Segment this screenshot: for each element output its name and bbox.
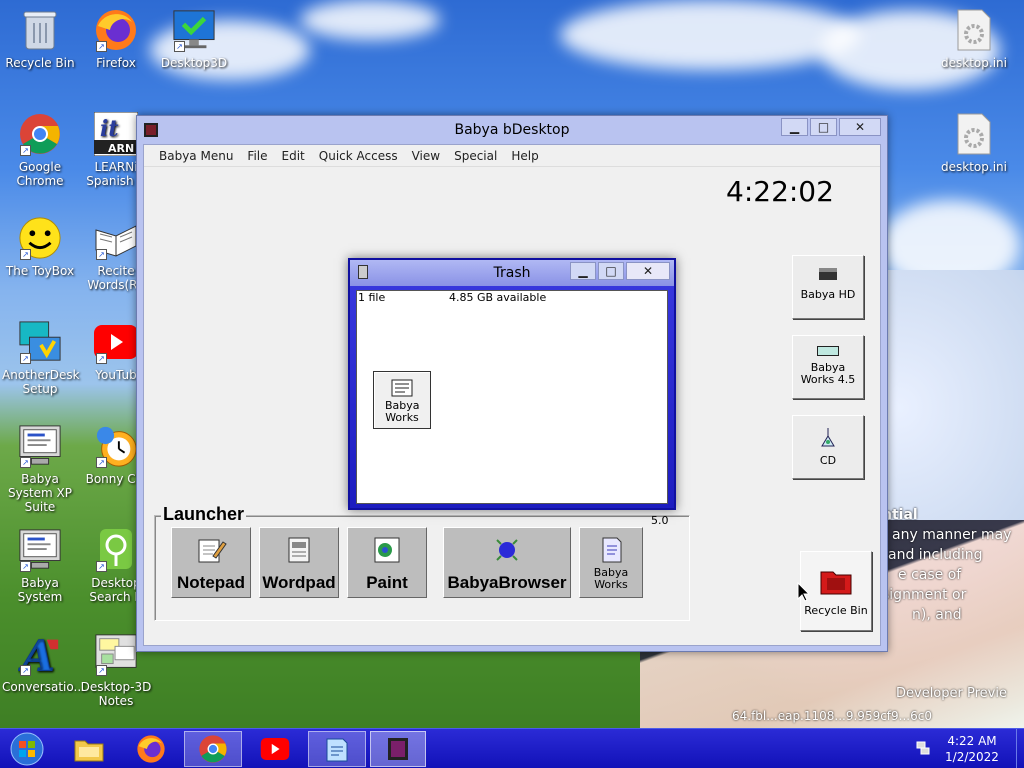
setup-icon: ↗ xyxy=(18,320,62,364)
network-icon[interactable] xyxy=(916,741,930,755)
trash-item-babya-works[interactable]: Babya Works xyxy=(373,371,431,429)
trash-title: Trash xyxy=(493,265,531,281)
desktop-icon-anotherdesk-setup[interactable]: ↗ AnotherDesk Setup xyxy=(2,320,80,396)
youtube-icon: ↗ xyxy=(94,320,138,364)
trash-file-count: 1 file xyxy=(358,291,386,304)
show-desktop-button[interactable] xyxy=(1016,729,1024,768)
disk-drive-icon xyxy=(817,346,839,356)
desktop3d-icon: ↗ xyxy=(172,8,216,52)
chrome-icon: ↗ xyxy=(18,112,62,156)
menu-babya-menu[interactable]: Babya Menu xyxy=(152,149,240,163)
browser-icon xyxy=(491,534,523,566)
launch-babyabrowser-button[interactable]: BabyaBrowser xyxy=(443,527,571,598)
minimize-button[interactable]: ▁ xyxy=(781,118,808,136)
letter-a-icon: A ↗ xyxy=(18,631,62,677)
menu-file[interactable]: File xyxy=(240,149,274,163)
launch-notepad-button[interactable]: Notepad xyxy=(171,527,251,598)
trash-minimize-button[interactable]: ▁ xyxy=(570,262,596,280)
overlay-text-2: any manner may xyxy=(892,527,1012,543)
trash-icon xyxy=(358,265,368,279)
firefox-icon: ↗ xyxy=(94,8,138,52)
desktop-icon-babya-system-xp[interactable]: ↗ Babya System XP Suite xyxy=(2,424,78,514)
cd-icon xyxy=(820,426,836,450)
recycle-bin-button[interactable]: Recycle Bin xyxy=(800,551,872,631)
trash-content: 1 file 4.85 GB available Babya Works xyxy=(356,290,668,504)
babya-works-icon xyxy=(595,534,627,566)
taskbar-time: 4:22 AM xyxy=(947,734,997,748)
start-orb-icon[interactable] xyxy=(2,731,52,767)
menu-bar: Babya Menu File Edit Quick Access View S… xyxy=(144,145,880,167)
launch-babya-works-button[interactable]: Babya Works xyxy=(579,527,643,598)
maximize-button[interactable]: □ xyxy=(810,118,837,136)
launch-wordpad-button[interactable]: Wordpad xyxy=(259,527,339,598)
menu-help[interactable]: Help xyxy=(504,149,545,163)
smiley-icon: ↗ xyxy=(18,216,62,260)
overlay-text-8: 64.fbl...eap.1108...9.959cf9...6c0 xyxy=(732,709,932,723)
window-title: Babya bDesktop xyxy=(454,122,570,138)
hard-drive-icon xyxy=(819,268,837,280)
computer-icon: ↗ xyxy=(18,424,62,468)
taskbar: 4:22 AM 1/2/2022 xyxy=(0,728,1024,768)
trash-available-space: 4.85 GB available xyxy=(449,291,547,304)
chrome-icon[interactable] xyxy=(184,731,242,767)
desktop-icon-conversation[interactable]: A ↗ Conversatio... xyxy=(2,631,85,694)
menu-special[interactable]: Special xyxy=(447,149,504,163)
firefox-icon[interactable] xyxy=(126,731,176,767)
paint-icon xyxy=(371,534,403,566)
menu-view[interactable]: View xyxy=(405,149,447,163)
search-icon: ↗ xyxy=(94,528,138,572)
trash-window[interactable]: Trash ▁ □ ✕ 1 file 4.85 GB available Bab… xyxy=(348,258,676,510)
overlay-text-6: n), and xyxy=(912,607,962,623)
taskbar-date: 1/2/2022 xyxy=(945,750,999,764)
desktop-icon-desktop3d[interactable]: ↗ Desktop3D xyxy=(156,8,232,70)
computer-icon: ↗ xyxy=(18,528,62,572)
svg-text:ARN: ARN xyxy=(108,142,134,155)
learn-spanish-icon: it ARN xyxy=(94,112,138,156)
taskbar-clock[interactable]: 4:22 AM 1/2/2022 xyxy=(944,733,1000,765)
svg-text:it: it xyxy=(100,116,119,142)
overlay-text-5: signment or xyxy=(882,587,967,603)
desktop-icon-firefox[interactable]: ↗ Firefox xyxy=(78,8,154,70)
drive-babya-hd[interactable]: Babya HD xyxy=(792,255,864,319)
desktop-icon-desktop-ini-2[interactable]: desktop.ini xyxy=(936,112,1012,174)
desktop-icon-recycle-bin[interactable]: Recycle Bin xyxy=(2,8,78,70)
drive-babya-works[interactable]: Babya Works 4.5 xyxy=(792,335,864,399)
clock-display: 4:22:02 xyxy=(726,175,834,208)
menu-quick-access[interactable]: Quick Access xyxy=(312,149,405,163)
book-icon: ↗ xyxy=(94,216,138,260)
notepad-icon xyxy=(195,534,227,566)
notes-icon: ↗ xyxy=(94,632,138,676)
desktop-icon-chrome[interactable]: ↗ Google Chrome xyxy=(2,112,78,188)
mouse-cursor-icon xyxy=(797,581,811,605)
desktop-icon-toybox[interactable]: ↗ The ToyBox xyxy=(2,216,78,278)
launcher-panel: Launcher 5.0 Notepad Wordpad Paint Babya… xyxy=(154,504,690,621)
desktop-icon-babya-system[interactable]: ↗ Babya System xyxy=(2,528,78,604)
wordpad-icon xyxy=(283,534,315,566)
notepad-icon[interactable] xyxy=(308,731,366,767)
launcher-version: 5.0 xyxy=(651,514,669,527)
launch-paint-button[interactable]: Paint xyxy=(347,527,427,598)
close-button[interactable]: ✕ xyxy=(839,118,881,136)
file-explorer-icon[interactable] xyxy=(64,731,114,767)
trash-maximize-button[interactable]: □ xyxy=(598,262,624,280)
overlay-text-3: and including xyxy=(888,547,983,563)
youtube-icon[interactable] xyxy=(250,731,300,767)
recycle-bin-icon xyxy=(18,8,62,52)
settings-file-icon xyxy=(952,112,996,156)
overlay-text-7: Developer Previe xyxy=(896,686,1007,701)
desktop-icon-desktop-ini-1[interactable]: desktop.ini xyxy=(936,8,1012,70)
menu-edit[interactable]: Edit xyxy=(275,149,312,163)
title-bar[interactable]: Babya bDesktop ▁ □ ✕ xyxy=(137,116,887,144)
settings-file-icon xyxy=(952,8,996,52)
babya-icon[interactable] xyxy=(370,731,426,767)
drive-cd[interactable]: CD xyxy=(792,415,864,479)
launcher-title: Launcher xyxy=(161,504,247,525)
babya-icon xyxy=(144,123,158,137)
trash-close-button[interactable]: ✕ xyxy=(626,262,670,280)
overlay-text-4: e case of xyxy=(898,567,962,583)
clock-icon: ↗ xyxy=(94,424,138,468)
recycle-bin-icon xyxy=(819,566,853,596)
babya-works-icon xyxy=(390,378,414,398)
trash-title-bar[interactable]: Trash ▁ □ ✕ xyxy=(350,260,674,286)
